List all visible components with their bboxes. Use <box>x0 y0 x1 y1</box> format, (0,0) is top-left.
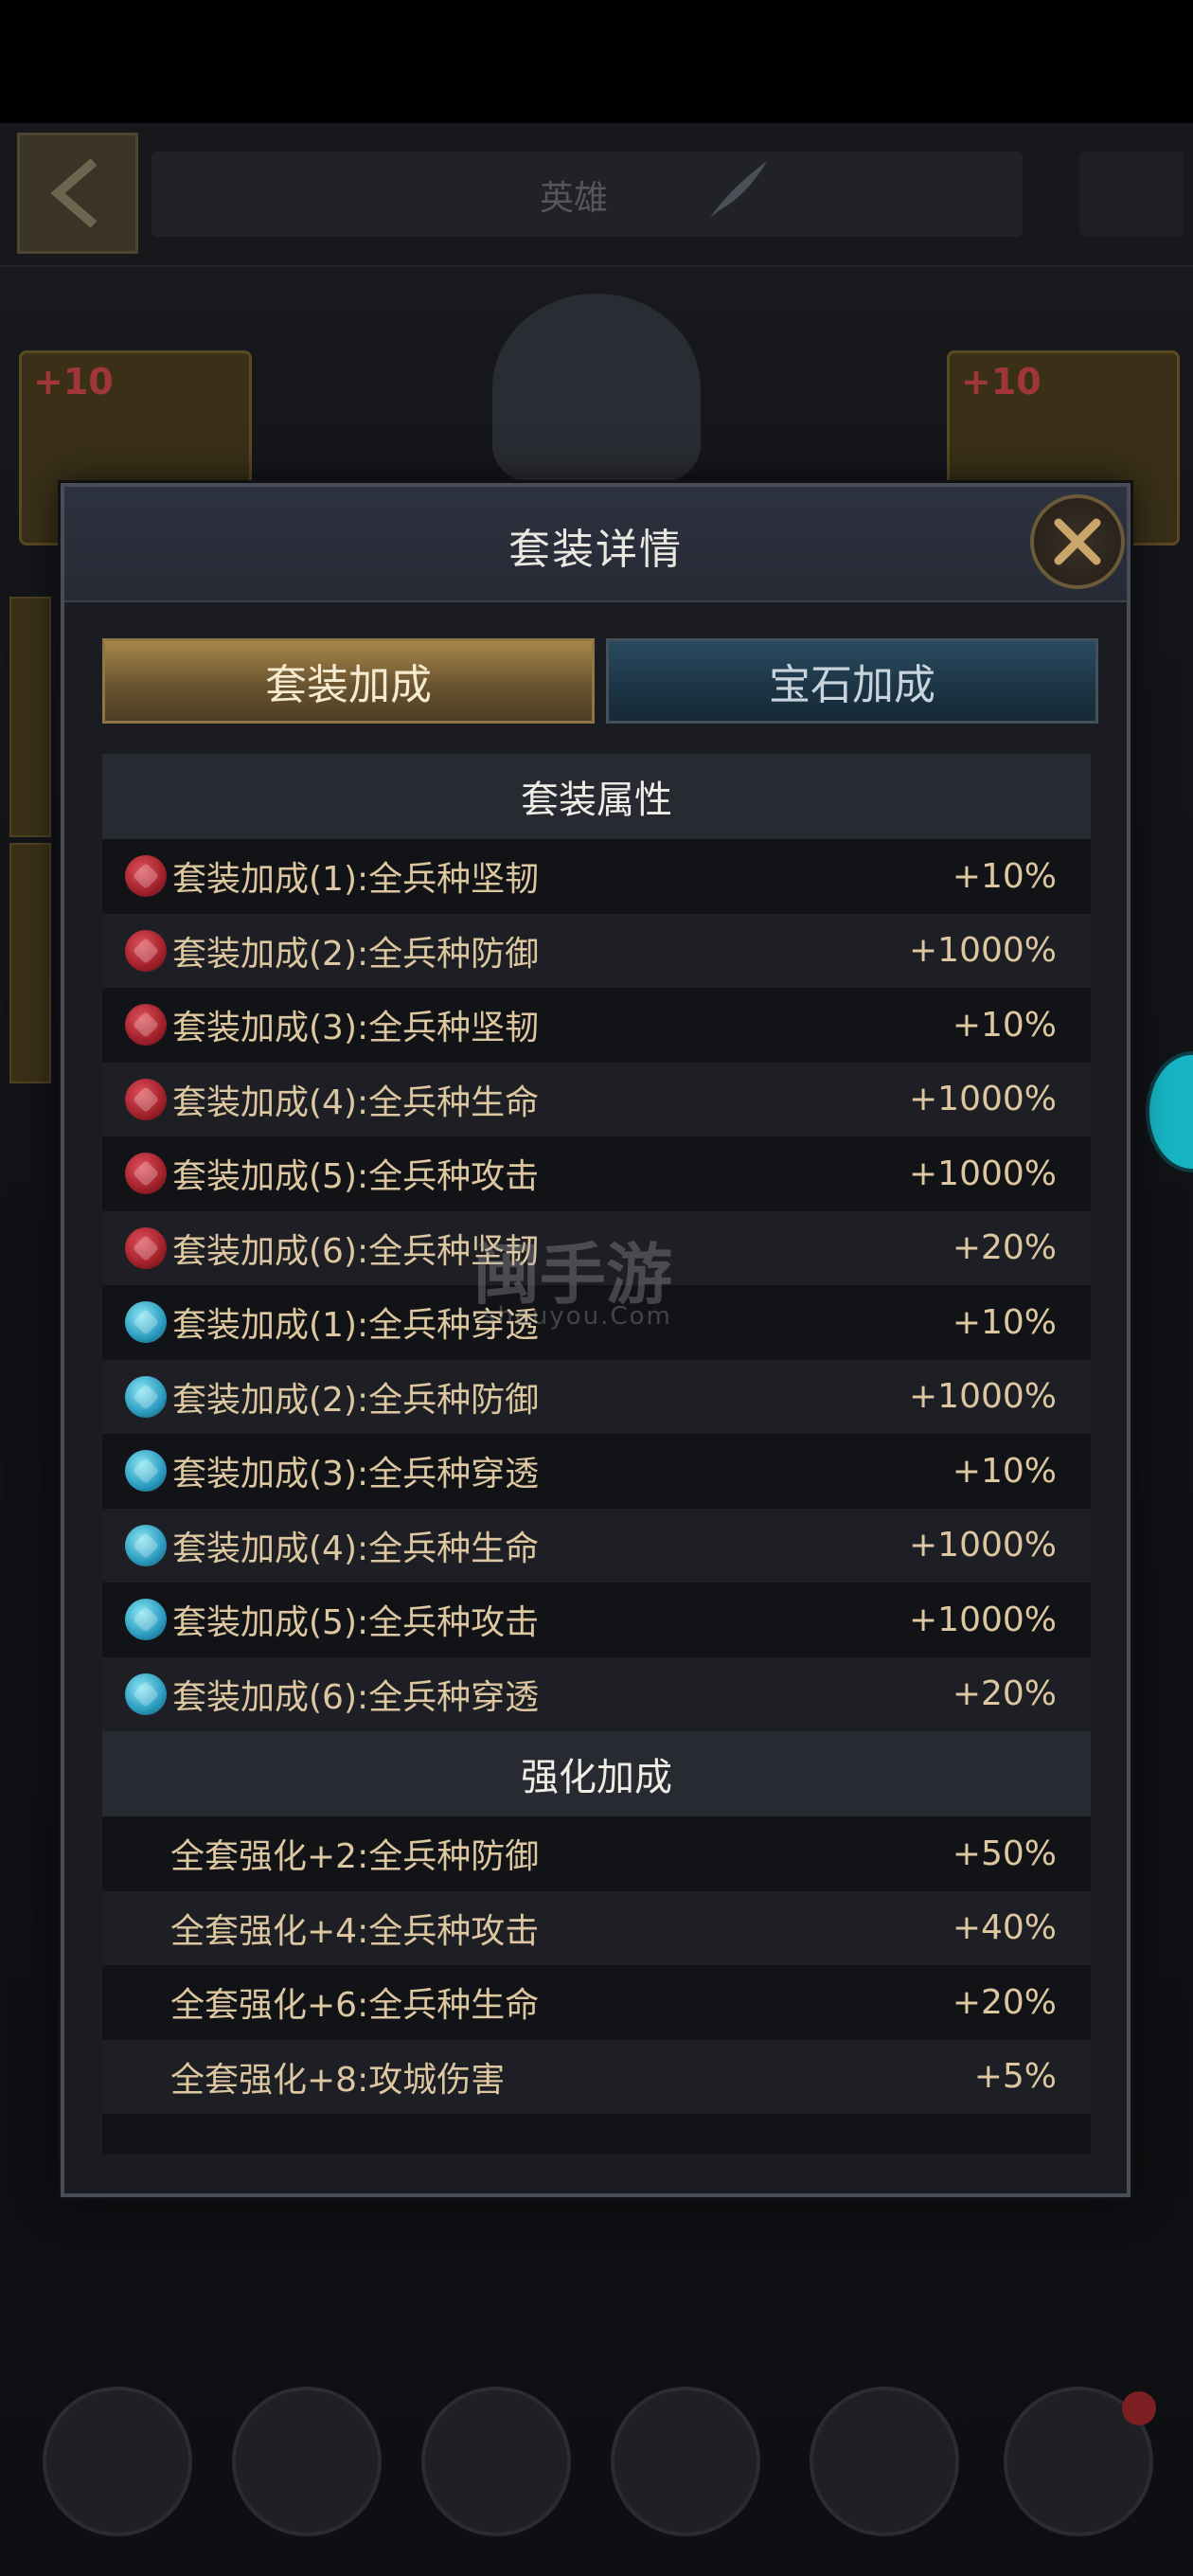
table-row: 套装加成(3):全兵种坚韧 +10% <box>102 988 1091 1063</box>
blue-gem-icon <box>125 1375 167 1418</box>
red-gem-icon <box>125 929 167 972</box>
row-value: +1000% <box>909 1154 1057 1193</box>
blue-gem-icon <box>125 1599 167 1641</box>
table-row: 套装加成(6):全兵种穿透 +20% <box>102 1656 1091 1731</box>
red-gem-icon <box>125 1004 167 1046</box>
row-label: 全套强化+2:全兵种防御 <box>170 1837 540 1877</box>
blue-gem-icon <box>125 1450 167 1493</box>
table-row: 套装加成(4):全兵种生命 +1000% <box>102 1508 1091 1583</box>
row-label: 全套强化+8:攻城伤害 <box>170 2060 506 2100</box>
section-header-set-attributes: 套装属性 <box>102 754 1091 839</box>
row-value: +1000% <box>909 1080 1057 1119</box>
side-slot-left-1[interactable] <box>9 597 51 837</box>
row-value: +1000% <box>909 1377 1057 1417</box>
nav-button-5[interactable] <box>810 2387 959 2536</box>
back-arrow-icon <box>50 158 98 228</box>
enhance-badge: +10 <box>961 361 1042 402</box>
top-bar: 英雄 <box>0 123 1193 267</box>
row-value: +10% <box>952 856 1057 896</box>
nav-button-4[interactable] <box>611 2387 760 2536</box>
hero-portrait <box>492 294 701 483</box>
row-value: +1000% <box>909 931 1057 971</box>
enhance-badge: +10 <box>33 361 114 402</box>
row-value: +10% <box>952 1302 1057 1342</box>
row-value: +20% <box>952 1982 1057 2022</box>
bonus-table: 套装属性 套装加成(1):全兵种坚韧 +10% 套装加成(2):全兵种防御 +1… <box>102 754 1091 2154</box>
table-row: 套装加成(4):全兵种生命 +1000% <box>102 1062 1091 1136</box>
row-value: +1000% <box>909 1600 1057 1639</box>
blue-gem-icon <box>125 1301 167 1344</box>
row-value: +20% <box>952 1228 1057 1268</box>
red-gem-icon <box>125 1153 167 1195</box>
scene-title: 英雄 <box>540 179 609 218</box>
nav-button-1[interactable] <box>43 2387 192 2536</box>
red-gem-icon <box>125 1226 167 1269</box>
side-slot-left-2[interactable] <box>9 843 51 1083</box>
tab-set-bonus[interactable]: 套装加成 <box>102 638 595 724</box>
table-row: 全套强化+8:攻城伤害 +5% <box>102 2039 1091 2114</box>
red-gem-icon <box>125 1078 167 1120</box>
table-row-partial <box>102 2114 1091 2154</box>
bottom-nav <box>0 2349 1193 2576</box>
blue-gem-icon <box>125 1673 167 1715</box>
scene-topright-slot <box>1079 152 1184 237</box>
row-label: 套装加成(5):全兵种攻击 <box>172 1603 540 1643</box>
close-button[interactable] <box>1030 494 1125 589</box>
table-row: 全套强化+2:全兵种防御 +50% <box>102 1816 1091 1891</box>
notification-dot <box>1122 2391 1156 2425</box>
row-label: 全套强化+4:全兵种攻击 <box>170 1911 540 1951</box>
section-header-enhance-bonus: 强化加成 <box>102 1731 1091 1816</box>
row-label: 套装加成(4):全兵种生命 <box>172 1529 540 1568</box>
modal-title: 套装详情 <box>508 526 683 574</box>
quill-icon <box>710 161 767 218</box>
table-row: 套装加成(5):全兵种攻击 +1000% <box>102 1583 1091 1657</box>
row-value: +50% <box>952 1834 1057 1873</box>
back-button[interactable] <box>17 133 138 254</box>
row-label: 套装加成(2):全兵种防御 <box>172 934 540 974</box>
row-value: +20% <box>952 1674 1057 1714</box>
blue-gem-icon <box>125 1524 167 1566</box>
status-bar <box>0 0 1193 123</box>
nav-button-3[interactable] <box>421 2387 571 2536</box>
row-label: 全套强化+6:全兵种生命 <box>170 1986 540 2026</box>
table-row: 套装加成(2):全兵种防御 +1000% <box>102 1359 1091 1434</box>
table-row: 套装加成(5):全兵种攻击 +1000% <box>102 1136 1091 1211</box>
row-value: +5% <box>973 2057 1057 2097</box>
modal-header: 套装详情 <box>64 487 1127 602</box>
watermark-subtext: shouyou.Com <box>483 1302 672 1331</box>
set-details-modal: 套装详情 套装加成 宝石加成 套装属性 套装加成(1):全兵种坚韧 +10% 套… <box>61 483 1131 2197</box>
row-label: 套装加成(1):全兵种坚韧 <box>172 860 540 900</box>
nav-button-2[interactable] <box>232 2387 382 2536</box>
row-label: 套装加成(5):全兵种攻击 <box>172 1157 540 1197</box>
row-label: 套装加成(6):全兵种穿透 <box>172 1677 540 1717</box>
row-label: 套装加成(3):全兵种坚韧 <box>172 1009 540 1048</box>
table-row: 全套强化+6:全兵种生命 +20% <box>102 1965 1091 2040</box>
table-row: 全套强化+4:全兵种攻击 +40% <box>102 1890 1091 1965</box>
row-label: 套装加成(2):全兵种防御 <box>172 1380 540 1420</box>
table-row: 套装加成(3):全兵种穿透 +10% <box>102 1434 1091 1509</box>
row-value: +1000% <box>909 1526 1057 1565</box>
table-row: 套装加成(2):全兵种防御 +1000% <box>102 913 1091 988</box>
row-value: +10% <box>952 1451 1057 1491</box>
close-icon <box>1054 518 1101 565</box>
row-value: +40% <box>952 1908 1057 1948</box>
table-row: 套装加成(1):全兵种坚韧 +10% <box>102 839 1091 914</box>
red-gem-icon <box>125 855 167 898</box>
tab-gem-bonus[interactable]: 宝石加成 <box>606 638 1098 724</box>
row-value: +10% <box>952 1005 1057 1045</box>
row-label: 套装加成(3):全兵种穿透 <box>172 1455 540 1494</box>
row-label: 套装加成(4):全兵种生命 <box>172 1082 540 1122</box>
